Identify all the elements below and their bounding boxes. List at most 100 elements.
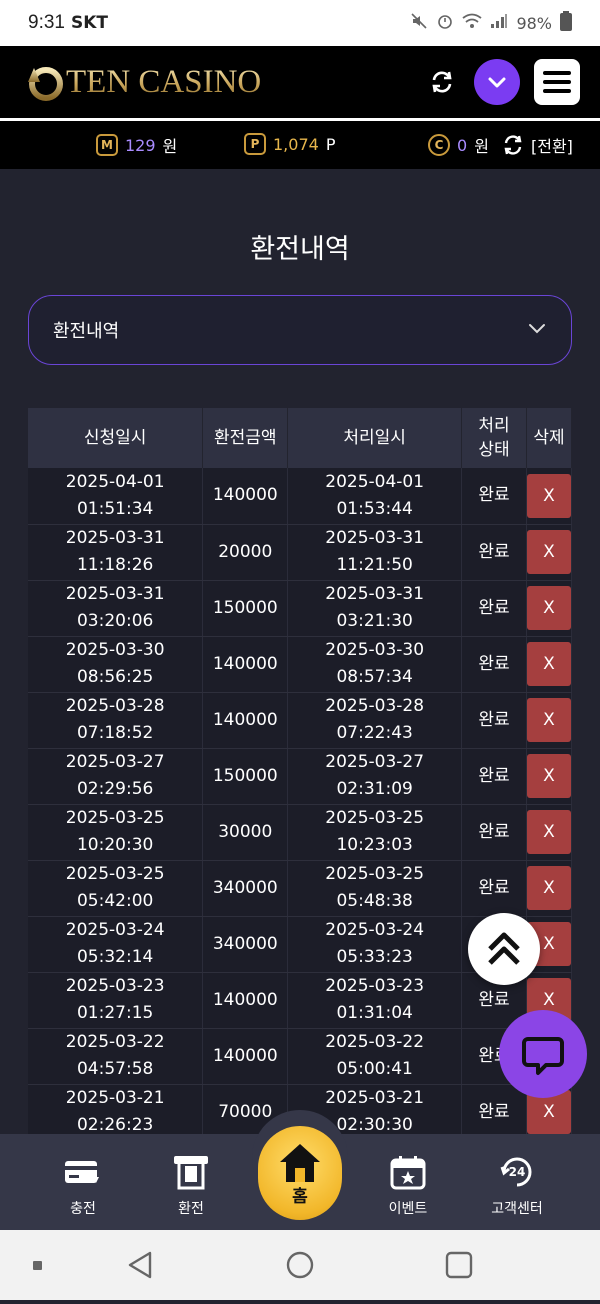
status-carrier: SKT <box>70 13 108 33</box>
status-cell-status: 완료 <box>478 765 510 786</box>
status-cell: 완료 <box>461 636 527 693</box>
request-datetime-cell: 2025-03-30 08:56:25 <box>28 636 204 693</box>
battery-percent: 98% <box>516 13 552 33</box>
select-value: 환전내역 <box>53 321 120 342</box>
request-datetime-cell-req-date: 2025-03-24 <box>65 920 165 940</box>
process-datetime-cell-proc-date: 2025-03-23 <box>325 976 425 996</box>
status-cell: 완료 <box>461 1084 527 1134</box>
table-header-row: 신청일시 환전금액 처리일시 처리상태 삭제 <box>28 408 573 468</box>
request-datetime-cell: 2025-03-31 11:18:26 <box>28 524 204 581</box>
process-datetime-cell: 2025-03-31 03:21:30 <box>287 580 463 637</box>
process-datetime-cell-proc-time: 05:33:23 <box>336 947 413 967</box>
money-unit: 원 <box>162 137 178 156</box>
request-datetime-cell-req-date: 2025-03-25 <box>65 808 165 828</box>
process-datetime-cell-proc-date: 2025-03-21 <box>325 1088 425 1108</box>
casino-balance: C 0 원 <box>428 133 489 157</box>
points-balance: P 1,074 P <box>244 133 335 155</box>
request-datetime-cell-req-date: 2025-03-27 <box>65 752 165 772</box>
delete-cell: X <box>526 692 573 749</box>
request-datetime-cell-req-time: 01:27:15 <box>76 1003 154 1023</box>
money-balance: M 129 원 <box>96 133 177 157</box>
status-cell: 완료 <box>461 580 527 637</box>
request-datetime-cell-req-time: 05:32:14 <box>76 947 154 967</box>
ten-casino-logo[interactable]: TEN CASINO <box>24 62 261 102</box>
process-datetime-cell-proc-date: 2025-03-25 <box>325 808 425 828</box>
amount-cell: 150000 <box>202 580 289 637</box>
amount-cell: 140000 <box>202 692 289 749</box>
casino-badge-icon: C <box>428 134 450 156</box>
atm-icon <box>174 1156 208 1190</box>
home-circle-icon <box>286 1251 314 1279</box>
delete-button[interactable]: X <box>526 642 571 686</box>
request-datetime-cell-req-date: 2025-03-31 <box>65 584 165 604</box>
request-datetime-cell-req-time: 11:18:26 <box>76 555 154 575</box>
delete-cell: X <box>526 804 573 861</box>
request-datetime-cell-req-time: 03:20:06 <box>76 611 154 631</box>
history-type-select[interactable]: 환전내역 <box>28 295 572 365</box>
process-datetime-cell: 2025-03-31 11:21:50 <box>287 524 463 581</box>
table-row: 2025-03-28 07:18:52 140000 2025-03-28 07:22:… <box>28 692 573 749</box>
delete-cell: X <box>526 636 573 693</box>
nav-home[interactable]: 홈 <box>252 1110 348 1220</box>
svg-text:24: 24 <box>509 1165 526 1179</box>
money-value: 129 <box>125 135 156 155</box>
exchange-icon <box>504 135 522 155</box>
status-cell-status: 완료 <box>478 989 510 1010</box>
delete-button[interactable]: X <box>526 866 571 910</box>
header-status: 처리상태 <box>461 408 527 468</box>
exchange-label: [전환] <box>531 137 573 156</box>
table-row: 2025-04-01 01:51:34 140000 2025-04-01 01:53:… <box>28 468 573 525</box>
dropdown-toggle-button[interactable] <box>474 59 520 105</box>
delete-button[interactable]: X <box>526 810 571 854</box>
amount-cell-amount: 340000 <box>212 933 278 954</box>
process-datetime-cell-proc-time: 10:23:03 <box>336 835 413 855</box>
nav-deposit[interactable]: 충전 <box>33 1152 133 1218</box>
amount-cell: 20000 <box>202 524 289 581</box>
process-datetime-cell-proc-time: 03:21:30 <box>336 611 413 631</box>
request-datetime-cell-req-date: 2025-03-23 <box>65 976 165 996</box>
casino-value: 0 <box>457 135 468 155</box>
exchange-button[interactable]: [전환] <box>502 133 573 157</box>
hamburger-menu-button[interactable] <box>534 59 580 105</box>
amount-cell: 140000 <box>202 972 289 1029</box>
process-datetime-cell: 2025-03-27 02:31:09 <box>287 748 463 805</box>
recent-apps-dot-icon <box>33 1261 42 1270</box>
refresh-button[interactable] <box>424 64 460 100</box>
delete-button[interactable]: X <box>526 530 571 574</box>
request-datetime-cell-req-time: 10:20:30 <box>76 835 154 855</box>
header-delete: 삭제 <box>526 408 573 468</box>
status-cell-status: 완료 <box>478 1101 510 1122</box>
balance-bar: M 129 원 P 1,074 P C 0 원 [전환] <box>0 121 600 169</box>
delete-button[interactable]: X <box>526 473 571 518</box>
delete-button[interactable]: X <box>526 586 571 630</box>
process-datetime-cell-proc-date: 2025-04-01 <box>325 471 425 492</box>
refresh-icon <box>432 71 452 93</box>
amount-cell: 30000 <box>202 804 289 861</box>
status-cell: 완료 <box>461 804 527 861</box>
live-chat-button[interactable] <box>499 1010 587 1098</box>
money-badge-icon: M <box>96 134 118 156</box>
amount-cell-amount: 140000 <box>212 1045 278 1066</box>
nav-withdraw-label: 환전 <box>178 1201 204 1217</box>
delete-button[interactable]: X <box>526 754 571 798</box>
amount-cell-amount: 150000 <box>212 597 278 618</box>
scroll-top-button[interactable] <box>468 913 540 985</box>
process-datetime-cell: 2025-03-25 05:48:38 <box>287 860 463 917</box>
main-content: 환전내역 환전내역 신청일시 환전금액 처리일시 처리상태 삭제 2025-04… <box>0 169 600 1134</box>
status-cell: 완료 <box>461 748 527 805</box>
nav-support[interactable]: 24 고객센터 <box>467 1152 567 1218</box>
credit-card-icon <box>65 1161 99 1183</box>
nav-event[interactable]: 이벤트 <box>358 1152 458 1218</box>
amount-cell-amount: 140000 <box>212 989 278 1010</box>
request-datetime-cell-req-date: 2025-03-21 <box>65 1088 165 1108</box>
amount-cell-amount: 150000 <box>212 765 278 786</box>
nav-withdraw[interactable]: 환전 <box>141 1152 241 1218</box>
delete-button[interactable]: X <box>526 698 571 742</box>
request-datetime-cell: 2025-03-23 01:27:15 <box>28 972 204 1029</box>
mute-icon <box>410 12 428 34</box>
amount-cell-amount: 340000 <box>212 877 278 898</box>
request-datetime-cell-req-time: 05:42:00 <box>76 891 154 911</box>
amount-cell: 140000 <box>202 1028 289 1085</box>
withdraw-history-table: 신청일시 환전금액 처리일시 처리상태 삭제 2025-04-01 01:51:3… <box>28 408 573 1134</box>
status-cell-status: 완료 <box>478 709 510 730</box>
